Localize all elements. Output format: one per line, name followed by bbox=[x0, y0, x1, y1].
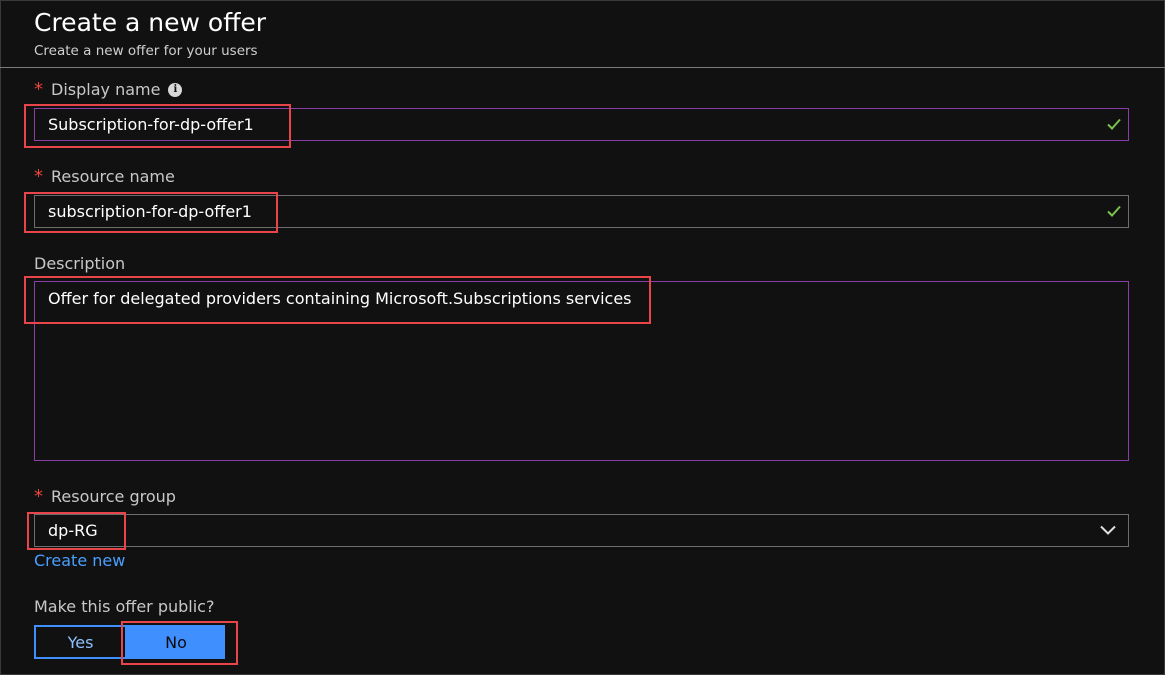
resource-group-select[interactable]: dp-RG bbox=[34, 514, 1129, 547]
create-new-link[interactable]: Create new bbox=[34, 551, 125, 570]
blade-header: Create a new offer Create a new offer fo… bbox=[0, 0, 1165, 68]
make-public-label-text: Make this offer public? bbox=[34, 597, 215, 616]
resource-name-field[interactable]: subscription-for-dp-offer1 bbox=[34, 195, 1129, 228]
resource-group-selected: dp-RG bbox=[48, 521, 98, 540]
info-icon[interactable]: i bbox=[168, 82, 183, 97]
resource-name-value: subscription-for-dp-offer1 bbox=[48, 202, 252, 221]
page-subtitle: Create a new offer for your users bbox=[34, 43, 258, 59]
description-label-text: Description bbox=[34, 254, 126, 273]
description-textarea[interactable]: Offer for delegated providers containing… bbox=[34, 281, 1129, 461]
description-value: Offer for delegated providers containing… bbox=[48, 289, 632, 308]
resource-name-label-text: Resource name bbox=[51, 167, 175, 186]
checkmark-icon bbox=[1107, 205, 1121, 217]
required-asterisk: * bbox=[34, 485, 43, 507]
toggle-yes-button[interactable]: Yes bbox=[34, 625, 127, 659]
chevron-down-icon bbox=[1100, 525, 1116, 535]
display-name-label: * Display name i bbox=[34, 78, 183, 100]
toggle-no-button[interactable]: No bbox=[127, 625, 225, 659]
make-public-label: Make this offer public? bbox=[34, 597, 214, 616]
resource-name-label: * Resource name bbox=[34, 167, 175, 186]
display-name-label-text: Display name bbox=[51, 80, 161, 99]
display-name-value: Subscription-for-dp-offer1 bbox=[48, 115, 254, 134]
checkmark-icon bbox=[1107, 118, 1121, 130]
display-name-field[interactable]: Subscription-for-dp-offer1 bbox=[34, 108, 1129, 141]
page-title: Create a new offer bbox=[34, 8, 267, 37]
required-asterisk: * bbox=[34, 165, 43, 187]
resource-group-label-text: Resource group bbox=[51, 487, 176, 506]
resource-group-label: * Resource group bbox=[34, 487, 176, 506]
required-asterisk: * bbox=[34, 78, 43, 100]
description-label: Description bbox=[34, 254, 125, 273]
